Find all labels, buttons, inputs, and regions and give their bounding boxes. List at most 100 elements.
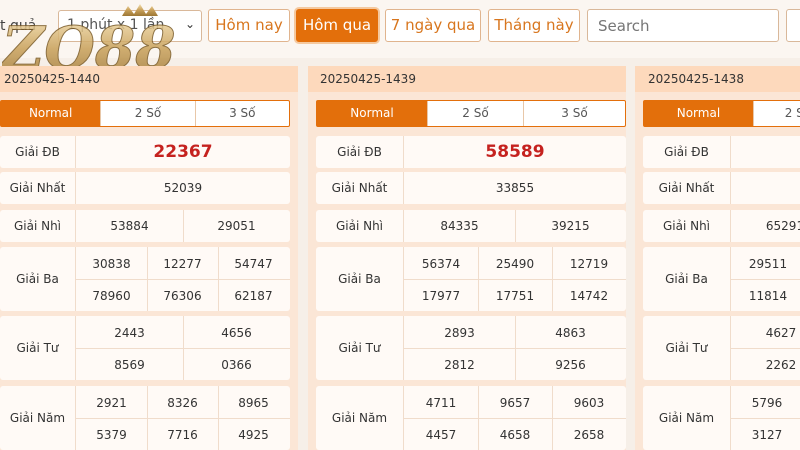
prize-label: Giải ĐB — [316, 136, 404, 168]
prize-value: 4711 — [425, 396, 457, 410]
extra-button[interactable] — [786, 9, 800, 42]
prize-row-nhat: Giải Nhất 33855 — [316, 172, 626, 204]
prize-value: 9657 — [499, 396, 531, 410]
special-prize-value: 58589 — [485, 142, 545, 162]
prize-row-tu: Giải Tư 2443 4656 8569 0366 — [0, 316, 290, 380]
prize-value: 2893 — [444, 326, 475, 340]
draw-column: 20250425-1438 Normal 2 Số Giải ĐB Giải N… — [635, 66, 800, 450]
prize-value: 0366 — [221, 358, 252, 372]
special-prize-value: 22367 — [153, 142, 213, 162]
filter-today-button[interactable]: Hôm nay — [208, 9, 290, 42]
prize-row-db: Giải ĐB 58589 — [316, 136, 626, 168]
tab-group: Normal 2 Số 3 Số — [0, 100, 290, 127]
prize-label: Giải Nhất — [643, 172, 731, 204]
prize-label: Giải Tư — [316, 316, 404, 380]
prize-value: 17977 — [421, 289, 461, 303]
prize-value: 78960 — [92, 289, 131, 303]
prize-value: 4925 — [238, 428, 269, 442]
filter-this-month-button[interactable]: Tháng này — [488, 9, 580, 42]
prize-row-ba: Giải Ba 29511 11814 — [643, 247, 800, 311]
prize-row-ba: Giải Ba 56374 25490 12719 17977 17751 14… — [316, 247, 626, 311]
draw-id: 20250425-1440 — [0, 66, 298, 92]
prize-value: 29511 — [748, 257, 788, 271]
prize-label: Giải Ba — [316, 247, 404, 311]
prize-label: Giải Nhì — [643, 210, 731, 242]
tab-normal[interactable]: Normal — [317, 101, 427, 126]
prize-value: 12719 — [569, 257, 609, 271]
prize-label: Giải Nhất — [0, 172, 76, 204]
prize-row-nam: Giải Năm 2921 8326 8965 5379 7716 4925 — [0, 386, 290, 450]
tab-group: Normal 2 Số — [643, 100, 800, 127]
prize-value: 39215 — [551, 219, 590, 233]
prize-value: 4656 — [221, 326, 252, 340]
prize-value: 12277 — [163, 257, 202, 271]
prize-label: Giải ĐB — [0, 136, 76, 168]
tab-3so[interactable]: 3 Số — [523, 101, 625, 126]
prize-value: 2262 — [765, 358, 797, 372]
tab-2so[interactable]: 2 Số — [427, 101, 523, 126]
prize-value: 76306 — [163, 289, 202, 303]
prize-row-db: Giải ĐB 22367 — [0, 136, 290, 168]
prize-value: 2921 — [96, 396, 127, 410]
prize-label: Giải ĐB — [643, 136, 731, 168]
tab-normal[interactable]: Normal — [1, 101, 101, 126]
prize-value: 4457 — [425, 428, 457, 442]
prize-row-nhat: Giải Nhất — [643, 172, 800, 204]
prize-value: 9256 — [555, 358, 586, 372]
prize-value: 3127 — [751, 428, 783, 442]
tab-3so[interactable]: 3 Số — [194, 101, 289, 126]
prize-row-tu: Giải Tư 2893 4863 2812 9256 — [316, 316, 626, 380]
prize-value: 33855 — [495, 181, 535, 195]
prize-label: Giải Năm — [0, 386, 76, 450]
prize-label: Giải Nhì — [316, 210, 404, 242]
prize-value: 2812 — [444, 358, 475, 372]
draw-id: 20250425-1438 — [635, 66, 800, 92]
prize-value: 5379 — [96, 428, 127, 442]
prize-value: 52039 — [163, 181, 203, 195]
filter-yesterday-button[interactable]: Hôm qua — [296, 9, 378, 42]
prize-value: 53884 — [110, 219, 149, 233]
prize-row-nhat: Giải Nhất 52039 — [0, 172, 290, 204]
filter-7days-button[interactable]: 7 ngày qua — [385, 9, 481, 42]
prize-value: 8326 — [167, 396, 198, 410]
draw-column: 20250425-1439 Normal 2 Số 3 Số Giải ĐB 5… — [308, 66, 626, 450]
zo88-logo: ZO88 — [2, 4, 176, 74]
tab-group: Normal 2 Số 3 Số — [316, 100, 626, 127]
draw-id: 20250425-1439 — [308, 66, 626, 92]
tab-normal[interactable]: Normal — [644, 101, 753, 126]
prize-row-nam: Giải Năm 5796 3127 — [643, 386, 800, 450]
prize-label: Giải Tư — [0, 316, 76, 380]
prize-label: Giải Ba — [0, 247, 76, 311]
prize-label: Giải Nhất — [316, 172, 404, 204]
prize-value: 30838 — [92, 257, 131, 271]
prize-value: 4863 — [555, 326, 586, 340]
tab-2so[interactable]: 2 Số — [100, 101, 194, 126]
prize-value: 2658 — [573, 428, 605, 442]
tab-2so[interactable]: 2 Số — [752, 101, 800, 126]
prize-value: 84335 — [440, 219, 479, 233]
prize-value: 11814 — [748, 289, 788, 303]
prize-row-db: Giải ĐB — [643, 136, 800, 168]
prize-row-tu: Giải Tư 4627 2262 — [643, 316, 800, 380]
prize-value: 7716 — [167, 428, 198, 442]
search-input[interactable] — [587, 9, 779, 42]
prize-value: 25490 — [495, 257, 535, 271]
prize-value: 5796 — [751, 396, 783, 410]
prize-value: 8965 — [238, 396, 269, 410]
prize-label: Giải Ba — [643, 247, 731, 311]
prize-value: 8569 — [114, 358, 145, 372]
prize-value: 29051 — [217, 219, 256, 233]
prize-row-nam: Giải Năm 4711 9657 9603 4457 4658 2658 — [316, 386, 626, 450]
draw-column: 20250425-1440 Normal 2 Số 3 Số Giải ĐB 2… — [0, 66, 298, 450]
prize-row-ba: Giải Ba 30838 12277 54747 78960 76306 62… — [0, 247, 290, 311]
prize-value: 9603 — [573, 396, 605, 410]
prize-row-nhi: Giải Nhì 65291 — [643, 210, 800, 242]
prize-row-nhi: Giải Nhì 84335 39215 — [316, 210, 626, 242]
svg-text:ZO88: ZO88 — [2, 14, 176, 74]
prize-value: 4658 — [499, 428, 531, 442]
prize-value: 4627 — [765, 326, 797, 340]
prize-row-nhi: Giải Nhì 53884 29051 — [0, 210, 290, 242]
prize-label: Giải Tư — [643, 316, 731, 380]
prize-value: 56374 — [421, 257, 461, 271]
prize-value: 2443 — [114, 326, 145, 340]
